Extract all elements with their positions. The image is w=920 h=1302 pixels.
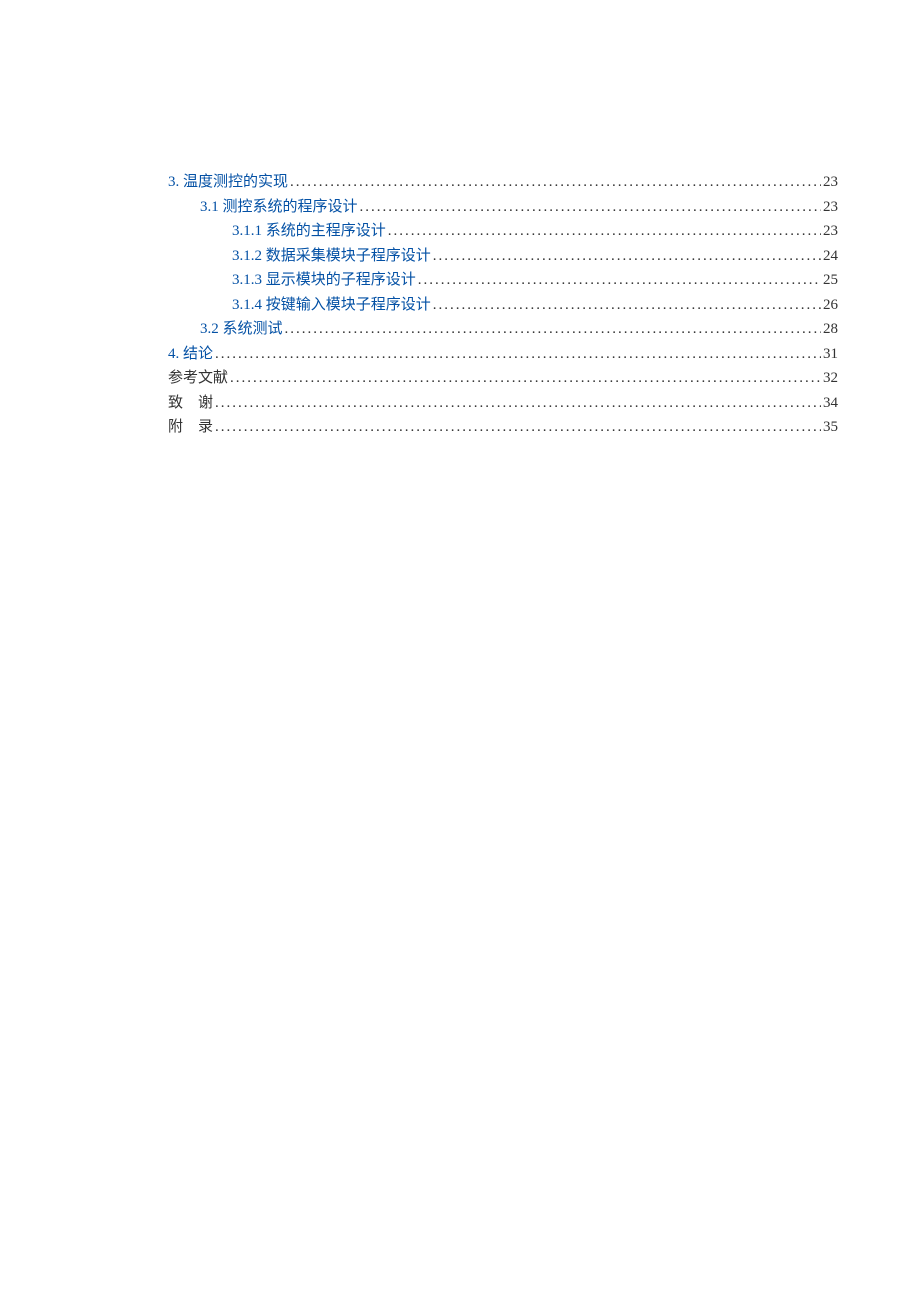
toc-leader-dots: ........................................… [290, 170, 821, 195]
toc-entry: 3.1.1 系统的主程序设计 .........................… [168, 219, 838, 244]
toc-leader-dots: ........................................… [215, 342, 821, 367]
toc-leader-dots: ........................................… [215, 415, 821, 440]
toc-page-number[interactable]: 26 [823, 293, 838, 318]
toc-leader-dots: ........................................… [215, 391, 821, 416]
toc-leader-dots: ........................................… [388, 219, 821, 244]
toc-page-number[interactable]: 28 [823, 317, 838, 342]
toc-entry: 附 录 ....................................… [168, 415, 838, 440]
toc-leader-dots: ........................................… [360, 195, 821, 220]
toc-entry: 3.1.3 显示模块的子程序设计 .......................… [168, 268, 838, 293]
document-page: 3. 温度测控的实现 .............................… [0, 0, 920, 440]
toc-entry: 3.1.2 数据采集模块子程序设计 ......................… [168, 244, 838, 269]
table-of-contents: 3. 温度测控的实现 .............................… [168, 170, 838, 440]
toc-entry: 3. 温度测控的实现 .............................… [168, 170, 838, 195]
toc-title[interactable]: 3.1.3 显示模块的子程序设计 [232, 268, 416, 293]
toc-leader-dots: ........................................… [418, 268, 821, 293]
toc-page-number[interactable]: 25 [823, 268, 838, 293]
toc-title[interactable]: 3.1.4 按键输入模块子程序设计 [232, 293, 431, 318]
toc-page-number[interactable]: 31 [823, 342, 838, 367]
toc-title[interactable]: 3.1 测控系统的程序设计 [200, 195, 358, 220]
toc-page-number[interactable]: 35 [823, 415, 838, 440]
toc-title[interactable]: 参考文献 [168, 366, 228, 391]
toc-page-number[interactable]: 23 [823, 219, 838, 244]
toc-title[interactable]: 附 录 [168, 415, 213, 440]
toc-entry: 4. 结论 ..................................… [168, 342, 838, 367]
toc-page-number[interactable]: 32 [823, 366, 838, 391]
toc-title[interactable]: 4. 结论 [168, 342, 213, 367]
toc-title[interactable]: 3.2 系统测试 [200, 317, 283, 342]
toc-title[interactable]: 3. 温度测控的实现 [168, 170, 288, 195]
toc-leader-dots: ........................................… [433, 244, 821, 269]
toc-page-number[interactable]: 34 [823, 391, 838, 416]
toc-entry: 3.2 系统测试 ...............................… [168, 317, 838, 342]
toc-leader-dots: ........................................… [433, 293, 821, 318]
toc-title[interactable]: 致 谢 [168, 391, 213, 416]
toc-page-number[interactable]: 23 [823, 195, 838, 220]
toc-entry: 参考文献 ...................................… [168, 366, 838, 391]
toc-leader-dots: ........................................… [230, 366, 821, 391]
toc-title[interactable]: 3.1.1 系统的主程序设计 [232, 219, 386, 244]
toc-page-number[interactable]: 23 [823, 170, 838, 195]
toc-entry: 致 谢 ....................................… [168, 391, 838, 416]
toc-title[interactable]: 3.1.2 数据采集模块子程序设计 [232, 244, 431, 269]
toc-page-number[interactable]: 24 [823, 244, 838, 269]
toc-leader-dots: ........................................… [285, 317, 821, 342]
toc-entry: 3.1.4 按键输入模块子程序设计 ......................… [168, 293, 838, 318]
toc-entry: 3.1 测控系统的程序设计 ..........................… [168, 195, 838, 220]
